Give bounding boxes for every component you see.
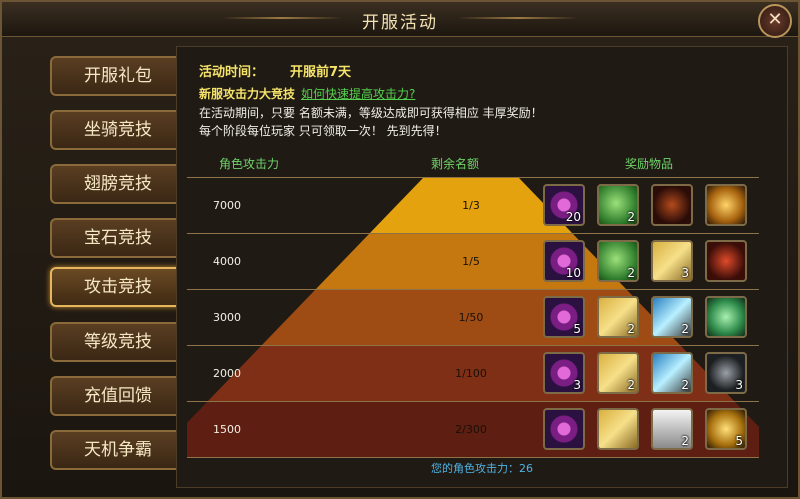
dark-horse-icon[interactable]: 3 <box>705 352 747 394</box>
golden-shovel-icon[interactable]: 3 <box>651 240 693 282</box>
item-count: 5 <box>573 322 581 336</box>
event-title-line: 新服攻击力大竞技 如何快速提高攻击力? <box>199 85 415 102</box>
event-description-2: 每个阶段每位玩家 只可领取一次！ 先到先得！ <box>199 124 447 138</box>
item-count: 3 <box>735 378 743 392</box>
table-row: 2000 1/100 3 2 2 3 <box>187 346 759 402</box>
attack-requirement: 2000 <box>213 367 241 380</box>
purple-gem-icon[interactable]: 20 <box>543 184 585 226</box>
purple-gem-icon[interactable]: 3 <box>543 352 585 394</box>
tab-gem-contest[interactable]: 宝石竞技 <box>50 218 186 258</box>
purple-gem-icon[interactable] <box>543 408 585 450</box>
item-count: 3 <box>573 378 581 392</box>
event-window: 开服活动 ✕ 开服礼包 坐骑竞技 翅膀竞技 宝石竞技 攻击竞技 等级竞技 充值回… <box>0 0 800 499</box>
event-time-value: 开服前7天 <box>290 65 352 80</box>
how-to-improve-link[interactable]: 如何快速提高攻击力? <box>301 87 415 101</box>
tab-level-contest[interactable]: 等级竞技 <box>50 322 186 362</box>
item-count: 2 <box>681 434 689 448</box>
header-attack: 角色攻击力 <box>219 157 280 171</box>
purple-gem-icon[interactable]: 10 <box>543 240 585 282</box>
title-bar: 开服活动 ✕ <box>2 2 798 38</box>
sidebar: 开服礼包 坐骑竞技 翅膀竞技 宝石竞技 攻击竞技 等级竞技 充值回馈 天机争霸 <box>16 46 186 486</box>
tab-mount-contest[interactable]: 坐骑竞技 <box>50 110 186 150</box>
player-attack-readout: 您的角色攻击力：26 <box>431 462 533 475</box>
tab-attack-contest[interactable]: 攻击竞技 <box>50 267 186 307</box>
remaining-slots: 1/5 <box>462 255 480 268</box>
purple-gem-icon[interactable]: 5 <box>543 296 585 338</box>
event-time: 活动时间： 开服前7天 <box>199 61 351 80</box>
table-row: 1500 2/300 2 5 <box>187 402 759 458</box>
remaining-slots: 2/300 <box>455 423 487 436</box>
header-rewards: 奖励物品 <box>625 157 674 171</box>
table-header: 角色攻击力 剩余名额 奖励物品 <box>187 151 759 171</box>
tab-opening-gift[interactable]: 开服礼包 <box>50 56 186 96</box>
item-count: 2 <box>681 322 689 336</box>
blue-shovel-icon[interactable]: 2 <box>651 296 693 338</box>
event-description-1: 在活动期间，只要 名额未满，等级达成即可获得相应 丰厚奖励！ <box>199 106 543 120</box>
item-count: 3 <box>681 266 689 280</box>
remaining-slots: 1/50 <box>458 311 484 324</box>
attack-requirement: 4000 <box>213 255 241 268</box>
blue-shovel-icon[interactable]: 2 <box>651 352 693 394</box>
item-count: 2 <box>627 322 635 336</box>
item-count: 2 <box>627 210 635 224</box>
dark-wing-icon[interactable] <box>651 184 693 226</box>
attack-requirement: 3000 <box>213 311 241 324</box>
remaining-slots: 1/3 <box>462 199 480 212</box>
silver-ingot-icon[interactable]: 2 <box>651 408 693 450</box>
gold-ingot-icon[interactable]: 5 <box>705 408 747 450</box>
attack-requirement: 7000 <box>213 199 241 212</box>
window-title: 开服活动 <box>362 13 438 33</box>
event-time-label: 活动时间： <box>199 65 265 80</box>
close-button[interactable]: ✕ <box>758 4 792 38</box>
title-ornament-right <box>458 17 578 19</box>
golden-shovel-icon[interactable] <box>597 408 639 450</box>
content-panel: 活动时间： 开服前7天 新服攻击力大竞技 如何快速提高攻击力? 在活动期间，只要 名… <box>176 46 788 488</box>
red-wing-icon[interactable] <box>705 240 747 282</box>
item-count: 5 <box>735 434 743 448</box>
item-count: 2 <box>627 266 635 280</box>
item-count: 2 <box>627 378 635 392</box>
table-row: 7000 1/3 20 2 <box>187 178 759 234</box>
event-title: 新服攻击力大竞技 <box>199 87 296 101</box>
header-remaining: 剩余名额 <box>431 157 480 171</box>
golden-wing-icon[interactable] <box>705 184 747 226</box>
green-herb-icon[interactable]: 2 <box>597 240 639 282</box>
attack-requirement: 1500 <box>213 423 241 436</box>
tab-tianji-battle[interactable]: 天机争霸 <box>50 430 186 470</box>
golden-shovel-icon[interactable]: 2 <box>597 352 639 394</box>
tab-recharge-reward[interactable]: 充值回馈 <box>50 376 186 416</box>
item-count: 2 <box>681 378 689 392</box>
green-mount-icon[interactable] <box>705 296 747 338</box>
item-count: 10 <box>565 266 581 280</box>
table-row: 3000 1/50 5 2 2 <box>187 290 759 346</box>
green-herb-icon[interactable]: 2 <box>597 184 639 226</box>
tab-wing-contest[interactable]: 翅膀竞技 <box>50 164 186 204</box>
remaining-slots: 1/100 <box>455 367 487 380</box>
golden-shovel-icon[interactable]: 2 <box>597 296 639 338</box>
table-row: 4000 1/5 10 2 3 <box>187 234 759 290</box>
item-count: 20 <box>565 210 581 224</box>
